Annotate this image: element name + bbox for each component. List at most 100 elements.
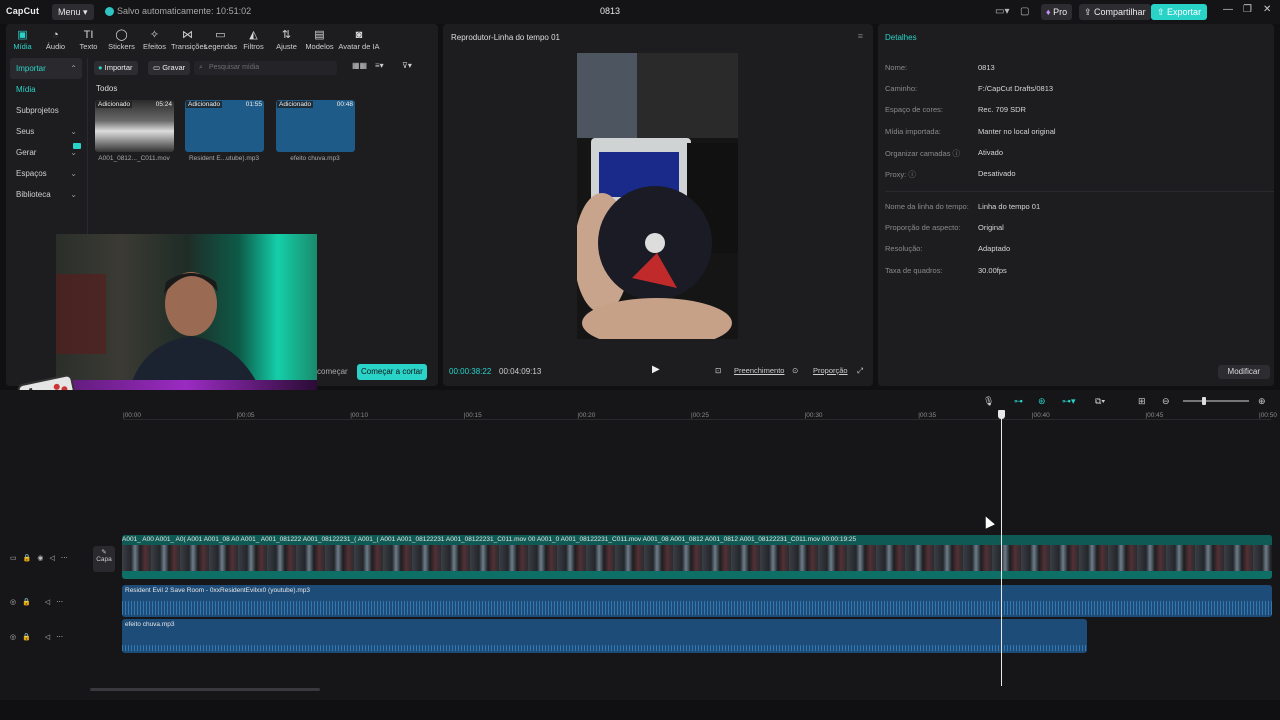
- media-item-audio-1[interactable]: Adicionado 01:55: [185, 100, 264, 152]
- tab-filters[interactable]: ◭ Filtros: [237, 26, 270, 54]
- video-preview[interactable]: [577, 53, 738, 339]
- video-clip-labels: A001_ A00 A001_ A0( A001 A001_08 A0 A001…: [122, 535, 1272, 545]
- record-icon: ▭: [153, 63, 161, 72]
- current-time: 00:00:38:22: [449, 367, 492, 376]
- sidebar-item-generate[interactable]: Gerar ⌄: [10, 142, 82, 163]
- transitions-icon: ⋈: [182, 29, 193, 41]
- play-icon[interactable]: ▶: [652, 364, 660, 375]
- sidebar-item-yours[interactable]: Seus ⌄: [10, 121, 82, 142]
- detail-key: Nome da linha do tempo:: [885, 202, 969, 211]
- magnet-icon[interactable]: ⊶: [1014, 396, 1023, 407]
- media-item-duration: 05:24: [155, 101, 172, 108]
- record-button[interactable]: ▭ Gravar: [148, 61, 191, 75]
- video-track-controls[interactable]: ▭🔒◉◁⋯: [10, 554, 74, 562]
- zoom-in-icon[interactable]: ⊕: [1258, 396, 1266, 407]
- pro-label: Pro: [1053, 7, 1068, 17]
- preview-axis-icon[interactable]: ⊶▾: [1062, 396, 1076, 407]
- sidebar-item-label: Mídia: [16, 85, 36, 94]
- detail-value: Rec. 709 SDR: [978, 105, 1026, 114]
- detail-key: Proxy: ⓘ: [885, 170, 916, 179]
- media-item-video[interactable]: Adicionado 05:24: [95, 100, 174, 152]
- detail-key: Proporção de aspecto:: [885, 223, 961, 232]
- detail-key: Resolução:: [885, 244, 923, 253]
- sidebar-item-label: Espaços: [16, 169, 47, 178]
- ruler-tick: |00:10: [350, 412, 369, 419]
- import-label: Importar: [104, 63, 133, 72]
- audio-clip-1-name: Resident Evil 2 Save Room - 0xxResidentE…: [125, 587, 310, 594]
- tab-label: Modelos: [305, 42, 334, 51]
- tab-captions[interactable]: ▭ Legendas: [204, 26, 237, 54]
- fill-button[interactable]: Preenchimento: [734, 366, 784, 375]
- tab-transitions[interactable]: ⋈ Transições: [171, 26, 207, 54]
- restore-icon[interactable]: ❐: [1243, 4, 1252, 15]
- crop-icon[interactable]: ⊡: [715, 366, 721, 375]
- playhead-handle[interactable]: [998, 410, 1005, 419]
- search-input[interactable]: Pesquisar mídia: [194, 61, 337, 75]
- audio-track-2-controls[interactable]: ◎🔒 ◁⋯: [10, 633, 69, 641]
- audio-track-1[interactable]: Resident Evil 2 Save Room - 0xxResidentE…: [122, 585, 1272, 617]
- zoom-out-icon[interactable]: ⊖: [1162, 396, 1170, 407]
- grid-view-icon[interactable]: ▦▦: [352, 61, 367, 70]
- tab-ai-avatar[interactable]: ◙ Avatar de IA: [336, 26, 382, 54]
- tab-stickers[interactable]: ◯ Stickers: [105, 26, 138, 54]
- link-icon[interactable]: ⊛: [1038, 396, 1046, 407]
- filter-icon[interactable]: ⊽▾: [402, 61, 412, 70]
- effects-icon: ✧: [149, 29, 160, 41]
- sidebar-item-media[interactable]: Mídia: [10, 79, 82, 100]
- ruler-tick: |00:20: [577, 412, 596, 419]
- audio-track-1-controls[interactable]: ◎🔒 ◁⋯: [10, 598, 69, 606]
- media-item-audio-2[interactable]: Adicionado 00:48: [276, 100, 355, 152]
- sort-icon[interactable]: ≡▾: [375, 61, 384, 70]
- media-item-tag: Adicionado: [96, 101, 133, 108]
- caption-track-icon[interactable]: ⊞: [1138, 396, 1146, 407]
- audio-clip-2-name: efeito chuva.mp3: [125, 621, 175, 628]
- zoom-slider[interactable]: [1183, 397, 1249, 405]
- ratio-button[interactable]: Proporção: [813, 366, 848, 375]
- layout-icon[interactable]: ▭▾: [995, 5, 1009, 19]
- ruler-tick: |00:15: [463, 412, 482, 419]
- video-track[interactable]: A001_ A00 A001_ A0( A001 A001_08 A0 A001…: [122, 535, 1272, 579]
- start-cutting-button[interactable]: Começar a cortar: [357, 364, 427, 380]
- detail-key: Organizar camadas ⓘ: [885, 149, 961, 158]
- playhead[interactable]: [1001, 410, 1002, 686]
- close-icon[interactable]: ✕: [1263, 4, 1271, 15]
- zoom-slider-handle[interactable]: [1202, 397, 1206, 405]
- details-divider: [885, 191, 1274, 192]
- tab-templates[interactable]: ▤ Modelos: [303, 26, 336, 54]
- media-item-name: A001_0812..._C011.mov: [98, 155, 170, 162]
- detail-value: Original: [978, 223, 1004, 232]
- screenshot-icon[interactable]: ⊙: [792, 366, 798, 375]
- ruler-line: [123, 419, 1271, 420]
- monitor-icon[interactable]: ▢: [1020, 5, 1029, 19]
- pro-button[interactable]: ♦ Pro: [1041, 4, 1073, 20]
- cover-label: Capa: [96, 556, 112, 563]
- audio-waveform: [122, 601, 1272, 615]
- sidebar-item-library[interactable]: Biblioteca ⌄: [10, 184, 82, 205]
- audio-track-2[interactable]: efeito chuva.mp3: [122, 619, 1087, 653]
- tab-effects[interactable]: ✧ Efeitos: [138, 26, 171, 54]
- sidebar-item-subprojects[interactable]: Subprojetos: [10, 100, 82, 121]
- player-menu-icon[interactable]: ≡: [858, 31, 863, 41]
- tab-text[interactable]: TI Texto: [72, 26, 105, 54]
- tab-media[interactable]: ▣ Mídia: [6, 26, 39, 54]
- player-panel: Reprodutor-Linha do tempo 01 ≡ 00:00:38:…: [443, 24, 873, 386]
- fullscreen-icon[interactable]: ⤢: [857, 366, 863, 376]
- modify-button[interactable]: Modificar: [1217, 365, 1270, 379]
- split-icon[interactable]: ⧉▾: [1095, 396, 1105, 407]
- minimize-icon[interactable]: —: [1223, 4, 1233, 15]
- sticker-icon: ◯: [115, 29, 128, 41]
- detail-value: Adaptado: [978, 244, 1011, 253]
- detail-key: Taxa de quadros:: [885, 266, 943, 275]
- tab-adjust[interactable]: ⇅ Ajuste: [270, 26, 303, 54]
- microphone-icon[interactable]: 🎙: [983, 396, 994, 407]
- share-button[interactable]: ⇪ Compartilhar: [1079, 4, 1151, 20]
- tab-audio[interactable]: ◔ Áudio: [39, 26, 72, 54]
- sidebar-item-import[interactable]: Importar ⌃: [10, 58, 82, 79]
- timeline-scrollbar[interactable]: [90, 688, 320, 691]
- import-button[interactable]: ● Importar: [94, 61, 138, 75]
- details-panel: Detalhes Nome: 0813 Caminho: F:/CapCut Dra…: [878, 24, 1274, 386]
- cover-button[interactable]: ✎ Capa: [93, 546, 115, 572]
- ruler-tick: |00:00: [123, 412, 141, 419]
- export-button[interactable]: ⇧ Exportar: [1151, 4, 1208, 20]
- sidebar-item-spaces[interactable]: Espaços ⌄: [10, 163, 82, 184]
